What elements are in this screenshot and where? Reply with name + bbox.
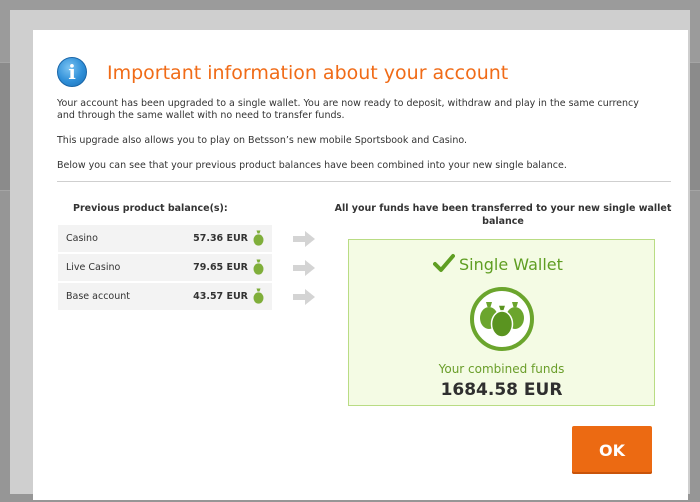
balance-row-casino: Casino 57.36 EUR	[58, 225, 272, 252]
balance-amount: 57.36 EUR	[193, 233, 248, 244]
info-icon: i	[57, 57, 87, 87]
arrow-right-icon	[293, 289, 315, 305]
mobile-message: This upgrade also allows you to play on …	[57, 135, 468, 146]
balance-row-live-casino: Live Casino 79.65 EUR	[58, 254, 272, 281]
modal-overlay-frame: i Important information about your accou…	[10, 10, 690, 500]
money-bag-icon	[253, 230, 264, 246]
previous-balances-header: Previous product balance(s):	[73, 203, 228, 214]
balance-row-base-account: Base account 43.57 EUR	[58, 283, 272, 310]
arrow-right-icon	[293, 260, 315, 276]
single-wallet-panel: Single Wallet Your combined funds 1684.5…	[348, 239, 655, 406]
balance-label: Base account	[66, 291, 130, 302]
ok-button[interactable]: OK	[572, 426, 652, 474]
wallet-bags-icon	[470, 287, 534, 351]
money-bag-icon	[253, 288, 264, 304]
balance-label: Casino	[66, 233, 98, 244]
section-divider	[57, 181, 671, 182]
checkmark-icon	[433, 254, 455, 272]
account-info-dialog: i Important information about your accou…	[33, 30, 688, 500]
dialog-title: Important information about your account	[107, 62, 509, 84]
combined-funds-amount: 1684.58 EUR	[440, 380, 563, 400]
single-wallet-title: Single Wallet	[459, 255, 563, 274]
money-bag-icon	[253, 259, 264, 275]
funds-transferred-header: All your funds have been transferred to …	[334, 203, 672, 227]
upgrade-message: Your account has been upgraded to a sing…	[57, 98, 639, 121]
balance-amount: 43.57 EUR	[193, 291, 248, 302]
combined-funds-label: Your combined funds	[438, 362, 565, 376]
arrow-right-icon	[293, 231, 315, 247]
balance-amount: 79.65 EUR	[193, 262, 248, 273]
balance-label: Live Casino	[66, 262, 121, 273]
balances-message: Below you can see that your previous pro…	[57, 160, 567, 171]
